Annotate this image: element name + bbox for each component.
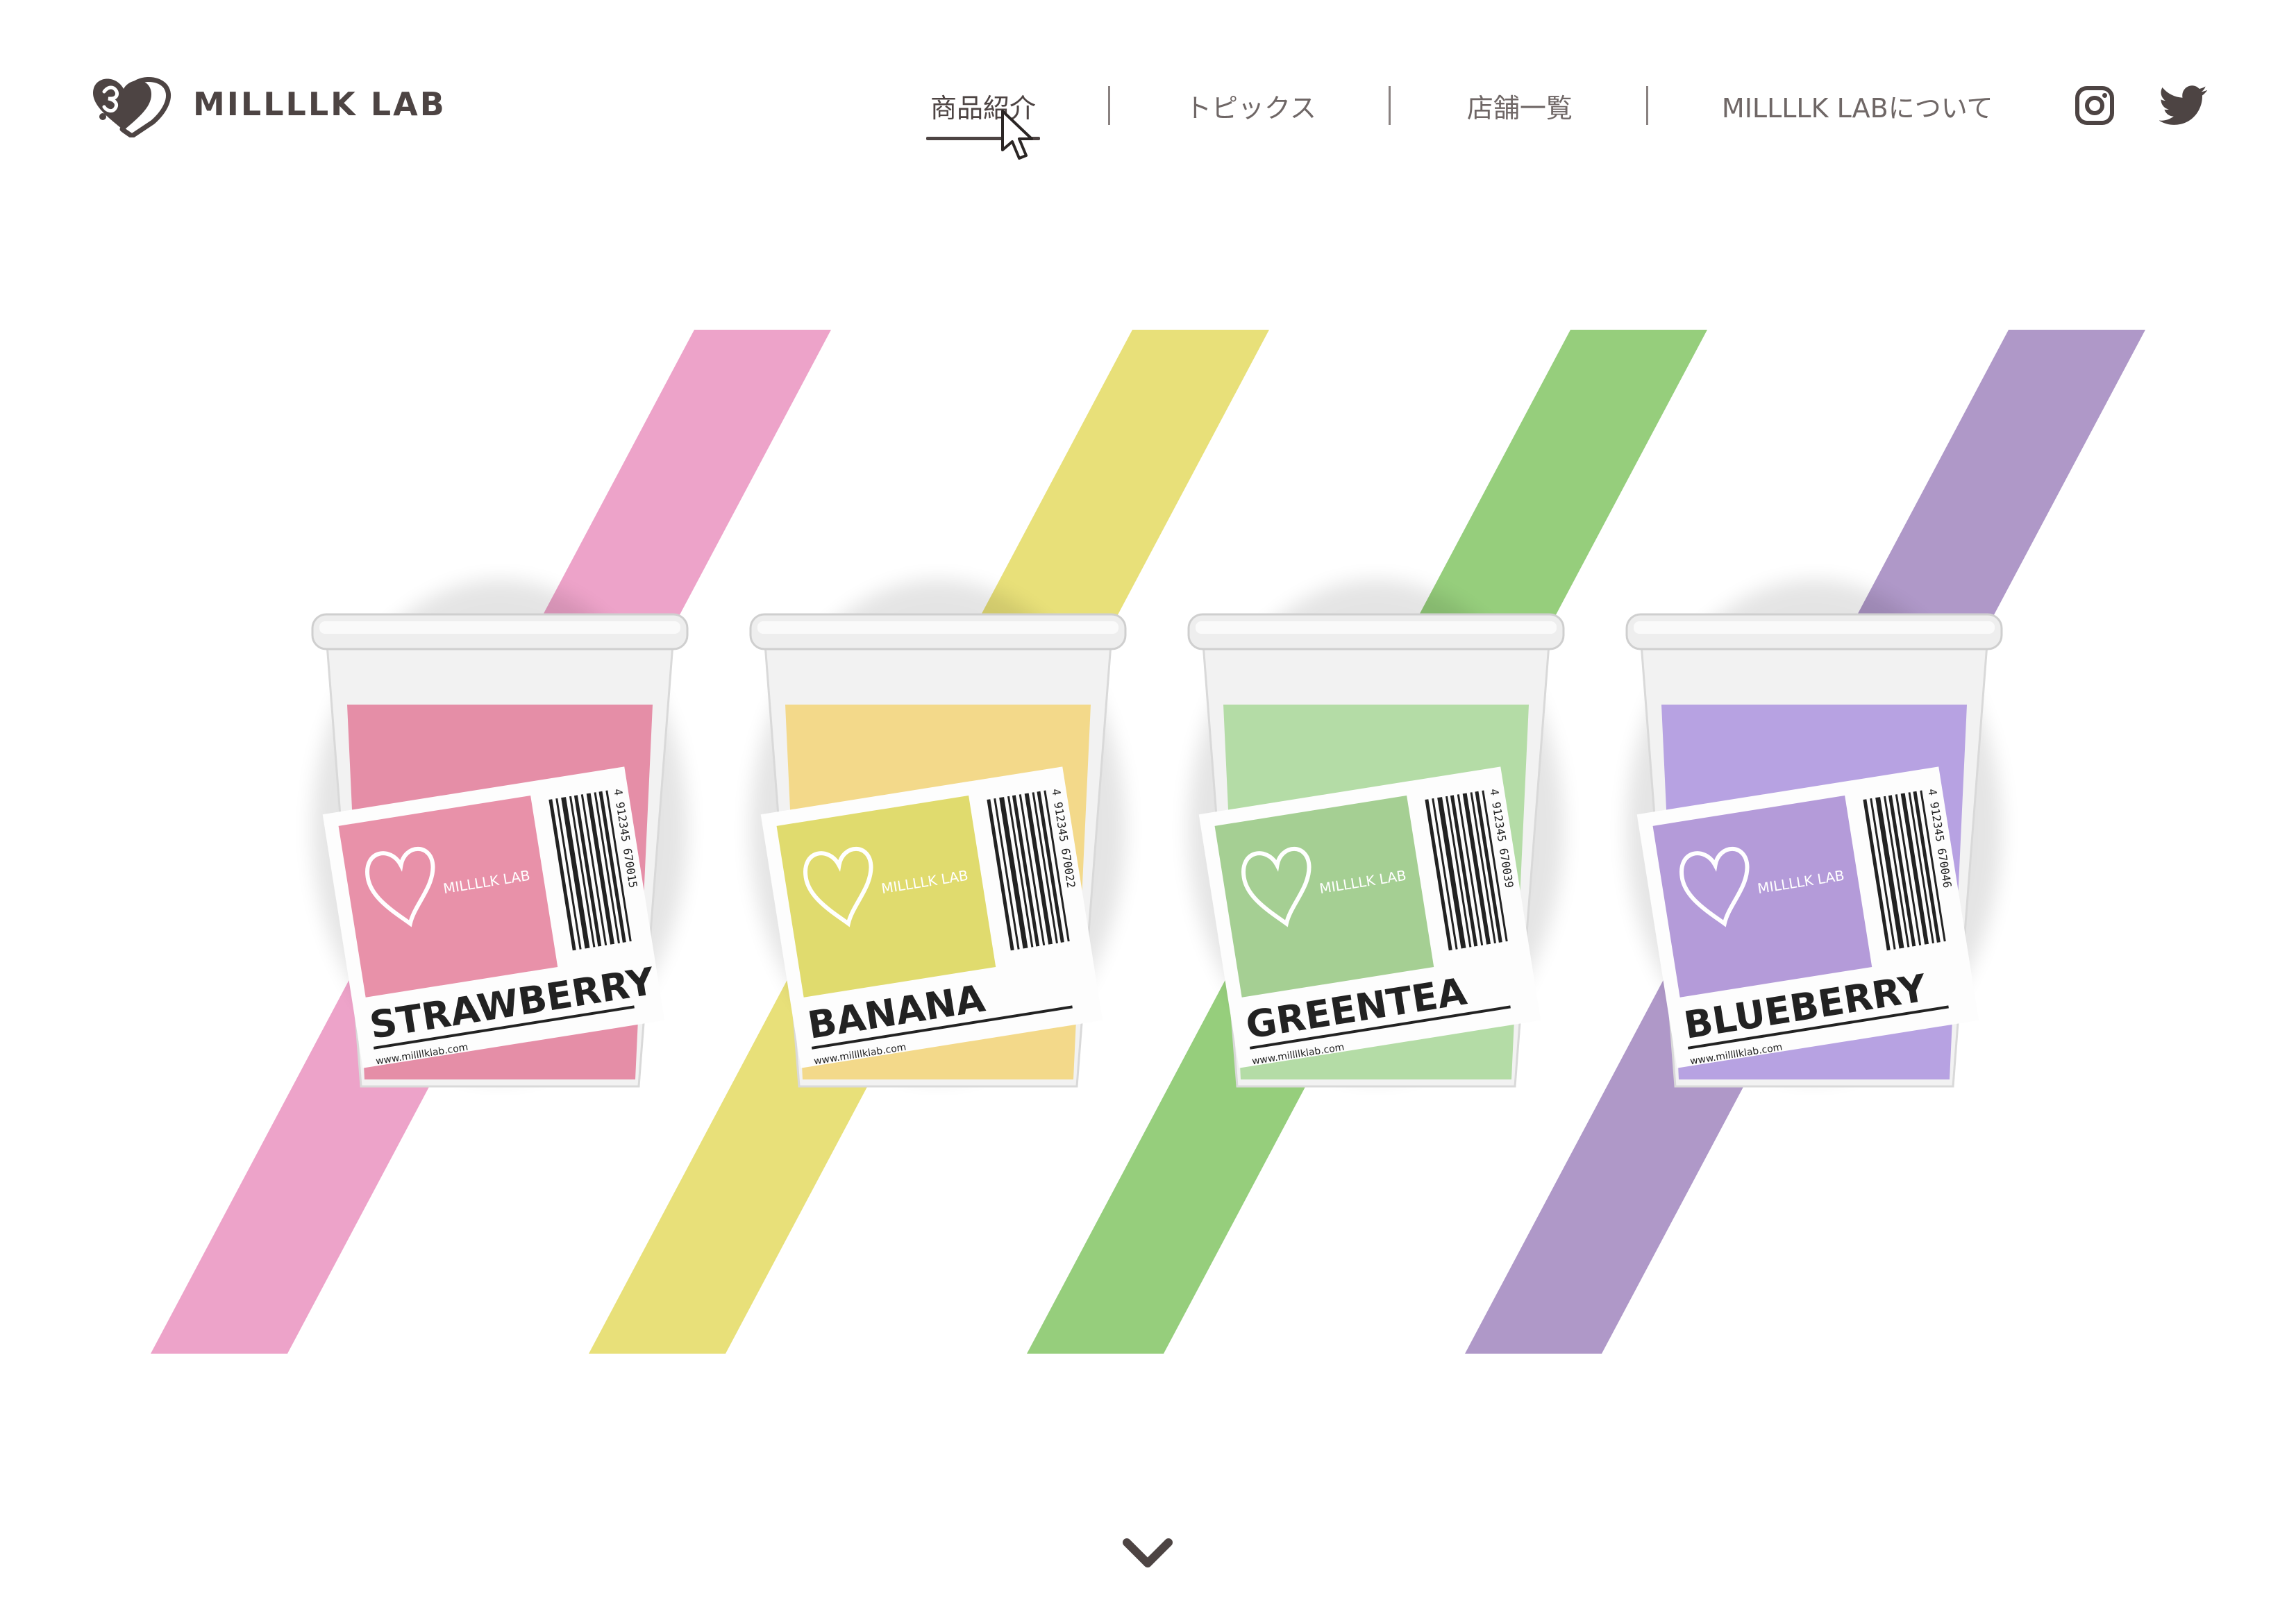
twitter-link[interactable] xyxy=(2159,81,2208,130)
logo-heart-icon xyxy=(93,77,171,137)
hero-section: MILLLLK LAB 4 912345 670015 STRAWBERRY w… xyxy=(0,208,2296,1458)
cup-strawberry: MILLLLK LAB 4 912345 670015 STRAWBERRY w… xyxy=(311,580,689,1088)
site-header: MILLLLK LAB 商品紹介 トピックス 店舗一覧 MILLLLK LABに… xyxy=(0,0,2296,208)
cup-banana: MILLLLK LAB 4 912345 670022 BANANA www.m… xyxy=(749,580,1127,1088)
nav-item-products[interactable]: 商品紹介 xyxy=(925,87,1041,140)
instagram-link[interactable] xyxy=(2075,81,2115,130)
scroll-down-button[interactable] xyxy=(1121,1534,1174,1573)
logo-link[interactable]: MILLLLK LAB xyxy=(87,69,446,139)
main-nav: 商品紹介 トピックス 店舗一覧 MILLLLK LABについて xyxy=(925,76,1993,140)
product-banana[interactable]: MILLLLK LAB 4 912345 670022 BANANA www.m… xyxy=(744,580,1132,1156)
product-blueberry[interactable]: MILLLLK LAB 4 912345 670046 BLUEBERRY ww… xyxy=(1620,580,2009,1156)
cup-greentea: MILLLLK LAB 4 912345 670039 GREENTEA www… xyxy=(1187,580,1565,1088)
nav-item-about[interactable]: MILLLLK LABについて xyxy=(1722,87,1993,125)
chevron-down-icon xyxy=(1123,1538,1173,1567)
nav-divider xyxy=(1645,86,1648,125)
logo-text: MILLLLK LAB xyxy=(193,85,446,123)
nav-divider xyxy=(1108,86,1111,125)
twitter-icon xyxy=(2159,85,2208,125)
cup-blueberry: MILLLLK LAB 4 912345 670046 BLUEBERRY ww… xyxy=(1625,580,2003,1088)
product-strawberry[interactable]: MILLLLK LAB 4 912345 670015 STRAWBERRY w… xyxy=(305,580,694,1156)
nav-divider xyxy=(1388,86,1391,125)
product-greentea[interactable]: MILLLLK LAB 4 912345 670039 GREENTEA www… xyxy=(1182,580,1570,1156)
nav-item-stores[interactable]: 店舗一覧 xyxy=(1467,87,1573,125)
nav-item-topics[interactable]: トピックス xyxy=(1185,87,1316,125)
instagram-icon xyxy=(2075,86,2114,125)
